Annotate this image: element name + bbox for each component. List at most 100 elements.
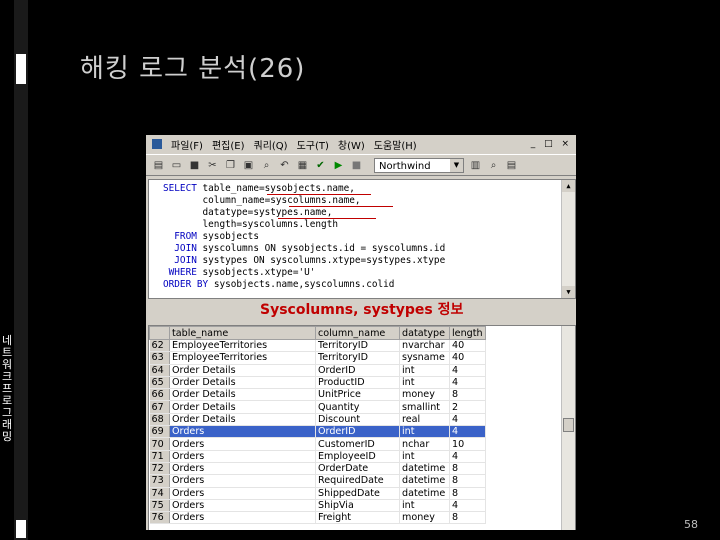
table-cell: int: [399, 376, 450, 390]
sql-text: sysobjects.name,syscolumns.colid: [213, 279, 395, 290]
vertical-course-label: 네트워크 프로그래밍: [1, 334, 13, 443]
sql-line: length=syscolumns.length: [163, 219, 445, 231]
table-row[interactable]: 73 Orders RequiredDate datetime 8: [149, 474, 486, 488]
column-header[interactable]: length: [449, 326, 486, 340]
table-cell: Quantity: [315, 400, 400, 414]
table-row[interactable]: 69 Orders OrderID int 4: [149, 425, 486, 439]
object-search-icon[interactable]: ⌕: [487, 159, 500, 172]
table-cell: EmployeeTerritories: [169, 351, 316, 365]
results-grid-icon[interactable]: ▦: [296, 159, 309, 172]
table-cell: Order Details: [169, 364, 316, 377]
underline-annotation: [267, 194, 371, 195]
stop-icon[interactable]: ■: [350, 159, 363, 172]
column-header[interactable]: datatype: [399, 326, 450, 340]
table-row[interactable]: 74 Orders ShippedDate datetime 8: [149, 487, 486, 500]
new-query-icon[interactable]: ▤: [152, 159, 165, 172]
table-cell: Orders: [169, 437, 316, 451]
table-row[interactable]: 72 Orders OrderDate datetime 8: [149, 462, 486, 476]
results-scrollbar[interactable]: [561, 326, 575, 530]
table-cell: nchar: [399, 437, 450, 451]
scroll-down-icon[interactable]: ▼: [562, 286, 575, 298]
chevron-down-icon[interactable]: ▼: [450, 158, 463, 172]
table-row[interactable]: 63 EmployeeTerritories TerritoryID sysname 4…: [149, 351, 486, 365]
cut-icon[interactable]: ✂: [206, 159, 219, 172]
open-file-icon[interactable]: ▭: [170, 159, 183, 172]
table-cell: sysname: [399, 351, 450, 365]
table-cell: Order Details: [169, 413, 316, 427]
menu-item-help[interactable]: 도움말(H): [374, 137, 417, 152]
table-cell: int: [399, 499, 450, 513]
sql-code: SELECT table_name=sysobjects.name, colum…: [163, 183, 445, 291]
menu-item-window[interactable]: 창(W): [338, 137, 365, 152]
execute-icon[interactable]: ▶: [332, 159, 345, 172]
table-cell: Orders: [169, 487, 316, 500]
table-row[interactable]: 62 EmployeeTerritories TerritoryID nvarchar…: [149, 339, 486, 353]
copy-icon[interactable]: ❐: [224, 159, 237, 172]
left-accent-mark-bottom: [16, 520, 26, 538]
column-header[interactable]: [149, 326, 170, 340]
table-cell: datetime: [399, 474, 450, 488]
row-number: 67: [149, 400, 170, 414]
editor-scrollbar[interactable]: ▲ ▼: [561, 180, 575, 298]
table-cell: int: [399, 425, 450, 439]
scroll-thumb[interactable]: [563, 418, 574, 432]
table-cell: Orders: [169, 462, 316, 476]
sql-keyword: ORDER BY: [163, 279, 214, 290]
table-cell: 4: [449, 376, 486, 390]
table-cell: EmployeeID: [315, 450, 400, 463]
menu-item-edit[interactable]: 편집(E): [212, 137, 245, 152]
menu-item-file[interactable]: 파일(F): [171, 137, 203, 152]
table-cell: TerritoryID: [315, 339, 400, 353]
object-browser-icon[interactable]: ▥: [469, 159, 482, 172]
table-cell: int: [399, 450, 450, 463]
menu-item-tools[interactable]: 도구(T): [297, 137, 329, 152]
table-row[interactable]: 65 Order Details ProductID int 4: [149, 376, 486, 390]
database-select[interactable]: Northwind ▼: [374, 157, 464, 173]
table-row[interactable]: 68 Order Details Discount real 4: [149, 413, 486, 427]
find-icon[interactable]: ⌕: [260, 159, 273, 172]
scroll-up-icon[interactable]: ▲: [562, 180, 575, 192]
check-syntax-icon[interactable]: ✔: [314, 159, 327, 172]
table-cell: 8: [449, 474, 486, 488]
row-number: 73: [149, 474, 170, 488]
sql-text: sysobjects: [202, 231, 259, 242]
table-cell: Orders: [169, 474, 316, 488]
results-table: table_name column_name datatype length 62 Em…: [149, 326, 486, 525]
table-cell: 2: [449, 400, 486, 414]
table-row[interactable]: 70 Orders CustomerID nchar 10: [149, 437, 486, 451]
table-cell: ProductID: [315, 376, 400, 390]
menu-bar: 파일(F) 편집(E) 쿼리(Q) 도구(T) 창(W) 도움말(H) _ □ …: [146, 135, 576, 153]
column-header[interactable]: column_name: [315, 326, 400, 340]
table-row[interactable]: 71 Orders EmployeeID int 4: [149, 450, 486, 463]
sql-keyword: JOIN: [163, 255, 203, 266]
table-cell: Order Details: [169, 400, 316, 414]
table-cell: Orders: [169, 511, 316, 525]
table-cell: 8: [449, 511, 486, 525]
table-row[interactable]: 64 Order Details OrderID int 4: [149, 364, 486, 377]
window-controls[interactable]: _ □ ×: [531, 139, 572, 149]
row-number: 74: [149, 487, 170, 500]
table-row[interactable]: 67 Order Details Quantity smallint 2: [149, 400, 486, 414]
row-number: 62: [149, 339, 170, 353]
save-icon[interactable]: ■: [188, 159, 201, 172]
table-row[interactable]: 75 Orders ShipVia int 4: [149, 499, 486, 513]
table-cell: real: [399, 413, 450, 427]
undo-icon[interactable]: ↶: [278, 159, 291, 172]
results-grid[interactable]: table_name column_name datatype length 62 Em…: [148, 325, 576, 530]
table-row[interactable]: 76 Orders Freight money 8: [149, 511, 486, 525]
sql-editor[interactable]: SELECT table_name=sysobjects.name, colum…: [148, 179, 576, 299]
show-pane-icon[interactable]: ▤: [505, 159, 518, 172]
column-header[interactable]: table_name: [169, 326, 316, 340]
menu-item-query[interactable]: 쿼리(Q): [254, 137, 288, 152]
sql-text: table_name=sysobjects.name,: [202, 183, 355, 194]
table-row[interactable]: 66 Order Details UnitPrice money 8: [149, 388, 486, 402]
table-cell: CustomerID: [315, 437, 400, 451]
table-cell: Discount: [315, 413, 400, 427]
sql-text: systypes ON syscolumns.xtype=systypes.xt…: [202, 255, 446, 266]
paste-icon[interactable]: ▣: [242, 159, 255, 172]
row-number: 65: [149, 376, 170, 390]
query-analyzer-window: 파일(F) 편집(E) 쿼리(Q) 도구(T) 창(W) 도움말(H) _ □ …: [146, 135, 576, 530]
table-cell: 4: [449, 364, 486, 377]
underline-annotation: [278, 218, 376, 219]
table-cell: nvarchar: [399, 339, 450, 353]
